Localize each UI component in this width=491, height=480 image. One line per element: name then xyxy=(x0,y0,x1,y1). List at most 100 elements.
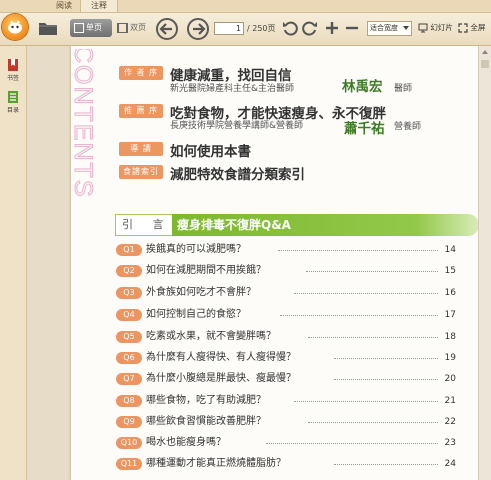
tab-strip: 阅读 注释 xyxy=(0,0,491,13)
section-label: 引 言 xyxy=(115,214,173,236)
contents-word: CONTENTS xyxy=(71,49,97,199)
question-page: 16 xyxy=(444,288,456,298)
leader-dots xyxy=(308,337,438,338)
question-badge: Q3 xyxy=(116,287,142,299)
question-text: 哪種運動才能真正燃燒體脂肪？ xyxy=(146,458,286,469)
question-page: 17 xyxy=(444,310,456,320)
question-row[interactable]: Q3 外食族如何吃才不會胖？ 16 xyxy=(116,286,456,302)
question-text: 挨餓真的可以減肥嗎？ xyxy=(146,244,246,255)
leader-dots xyxy=(266,443,438,444)
question-page: 19 xyxy=(444,353,456,363)
question-text: 如何在減肥期間不用挨餓？ xyxy=(146,265,266,276)
question-page: 22 xyxy=(444,417,456,427)
scroll-up-icon[interactable] xyxy=(479,46,491,58)
double-page-button[interactable]: 双页 xyxy=(113,19,153,37)
document-view[interactable]: CONTENTS 作 者 序 健康減重，找回自信 新光醫院婦產科主任&主治醫師 … xyxy=(27,46,478,480)
leader-dots xyxy=(294,293,438,294)
question-badge: Q4 xyxy=(116,309,142,321)
question-badge: Q8 xyxy=(116,395,142,407)
question-page: 23 xyxy=(444,438,456,448)
arrow-left-icon xyxy=(159,23,172,35)
fullscreen-label: 全屏 xyxy=(470,23,486,32)
leader-dots xyxy=(306,271,438,272)
bookmark-icon xyxy=(8,59,18,71)
question-page: 20 xyxy=(444,374,456,384)
tab-read[interactable]: 阅读 xyxy=(48,0,80,12)
scroll-thumb[interactable] xyxy=(481,60,489,68)
question-row[interactable]: Q5 吃素或水果，就不會變胖嗎？ 18 xyxy=(116,330,456,346)
question-row[interactable]: Q11 哪種運動才能真正燃燒體脂肪？ 24 xyxy=(116,457,456,473)
question-text: 吃素或水果，就不會變胖嗎？ xyxy=(146,331,276,342)
app-logo-icon[interactable] xyxy=(2,14,28,40)
question-text: 喝水也能瘦身嗎？ xyxy=(146,437,226,448)
question-badge: Q9 xyxy=(116,416,142,428)
page-total: / 250页 xyxy=(247,24,276,33)
prev-page-button[interactable] xyxy=(156,18,178,40)
single-page-icon xyxy=(74,22,84,33)
zoom-select[interactable]: 适合宽度 xyxy=(367,21,412,36)
leader-dots xyxy=(294,401,438,402)
author-role: 醫師 xyxy=(394,84,413,94)
fullscreen-button[interactable]: 全屏 xyxy=(458,21,485,35)
author-signature: 林禹宏 xyxy=(342,79,383,95)
leader-dots xyxy=(334,379,438,380)
double-page-icon xyxy=(117,22,128,33)
single-page-label: 单页 xyxy=(86,23,102,32)
question-row[interactable]: Q8 哪些食物，吃了有助減肥？ 21 xyxy=(116,394,456,410)
question-row[interactable]: Q1 挨餓真的可以減肥嗎？ 14 xyxy=(116,243,456,259)
question-row[interactable]: Q7 為什麼小腹總是胖最快、瘦最慢？ 20 xyxy=(116,372,456,388)
question-badge: Q5 xyxy=(116,331,142,343)
sidebar-item-toc[interactable]: 目录 xyxy=(1,90,25,114)
double-page-label: 双页 xyxy=(130,23,146,32)
leader-dots xyxy=(278,250,438,251)
question-badge: Q11 xyxy=(116,458,142,470)
contents-vertical-title: CONTENTS xyxy=(71,49,98,199)
question-text: 哪些食物，吃了有助減肥？ xyxy=(146,395,266,406)
toc-title: 減肥特效食譜分類索引 xyxy=(170,167,305,183)
single-page-button[interactable]: 单页 xyxy=(70,19,112,37)
toc-subtitle: 新光醫院婦產科主任&主治醫師 xyxy=(170,84,295,94)
zoom-out-icon[interactable] xyxy=(344,20,360,39)
vertical-scrollbar[interactable] xyxy=(478,46,491,480)
page-number-input[interactable]: 1 xyxy=(214,22,244,35)
question-row[interactable]: Q10 喝水也能瘦身嗎？ 23 xyxy=(116,436,456,452)
rotate-cw-icon[interactable] xyxy=(302,20,318,39)
open-folder-icon[interactable] xyxy=(38,20,58,39)
slideshow-label: 幻灯片 xyxy=(430,23,453,32)
toc-badge: 食譜索引 xyxy=(119,165,163,179)
question-badge: Q2 xyxy=(116,265,142,277)
slideshow-button[interactable]: 幻灯片 xyxy=(418,21,453,35)
document-page: CONTENTS 作 者 序 健康減重，找回自信 新光醫院婦產科主任&主治醫師 … xyxy=(71,46,478,480)
question-badge: Q10 xyxy=(116,437,142,449)
question-row[interactable]: Q6 為什麼有人瘦得快、有人瘦得慢？ 19 xyxy=(116,351,456,367)
reader-window: 阅读 注释 单页 双页 1 / 250页 适合宽度 幻灯片 全屏 书签 目录 C… xyxy=(0,0,491,480)
question-row[interactable]: Q4 如何控制自己的食慾？ 17 xyxy=(116,308,456,324)
question-row[interactable]: Q9 哪些飲食習慣能改善肥胖？ 22 xyxy=(116,415,456,431)
question-page: 15 xyxy=(444,266,456,276)
next-page-button[interactable] xyxy=(187,18,209,40)
leader-dots xyxy=(334,464,438,465)
toc-title: 如何使用本書 xyxy=(170,144,251,160)
leader-dots xyxy=(334,358,438,359)
toc-subtitle: 長庚技術學院營養學講師&營養師 xyxy=(170,121,304,131)
leader-dots xyxy=(308,422,438,423)
sidebar: 书签 目录 xyxy=(0,46,27,480)
sidebar-item-bookmark[interactable]: 书签 xyxy=(1,58,25,82)
question-text: 如何控制自己的食慾？ xyxy=(146,309,246,320)
slideshow-icon xyxy=(418,23,428,33)
question-badge: Q1 xyxy=(116,244,142,256)
question-text: 為什麼小腹總是胖最快、瘦最慢？ xyxy=(146,373,296,384)
zoom-in-icon[interactable] xyxy=(324,20,340,39)
author-signature: 蕭千祐 xyxy=(344,121,385,137)
toolbar: 单页 双页 1 / 250页 适合宽度 幻灯片 全屏 xyxy=(0,13,491,46)
zoom-value: 适合宽度 xyxy=(370,24,398,32)
question-row[interactable]: Q2 如何在減肥期間不用挨餓？ 15 xyxy=(116,264,456,280)
tab-notes[interactable]: 注释 xyxy=(80,0,118,12)
question-text: 外食族如何吃才不會胖？ xyxy=(146,287,256,298)
toc-badge: 導 讀 xyxy=(119,142,163,156)
toc-badge: 推 薦 序 xyxy=(119,104,163,118)
section-banner: 引 言 瘦身排毒不復胖Q&A xyxy=(115,214,478,236)
toc-badge: 作 者 序 xyxy=(119,66,163,80)
rotate-ccw-icon[interactable] xyxy=(282,20,298,39)
fullscreen-icon xyxy=(458,23,468,33)
